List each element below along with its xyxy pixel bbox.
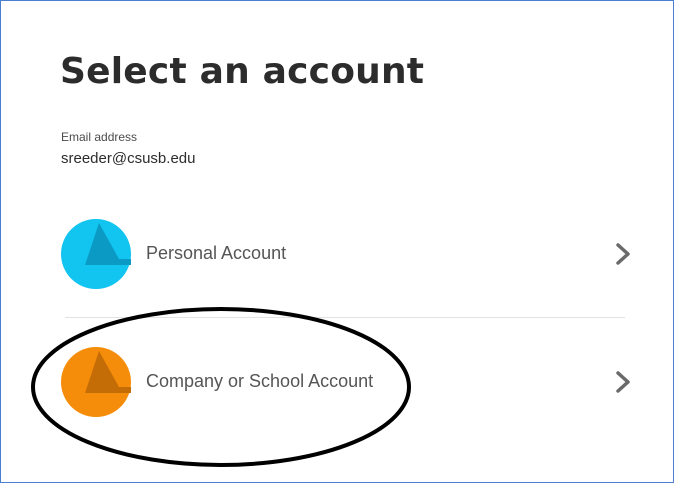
email-label: Email address (61, 130, 138, 144)
company-school-account-option[interactable]: Company or School Account (41, 337, 641, 427)
personal-account-option[interactable]: Personal Account (41, 209, 641, 299)
chevron-right-icon (616, 371, 630, 393)
company-account-avatar-icon (61, 347, 131, 417)
personal-account-label: Personal Account (146, 243, 287, 263)
page-title: Select an account (60, 51, 425, 92)
account-picker-frame: Select an account Email address sreeder@… (0, 0, 674, 483)
chevron-right-icon (616, 243, 630, 265)
company-school-account-label: Company or School Account (146, 371, 374, 391)
email-value: sreeder@csusb.edu (61, 150, 196, 167)
personal-account-avatar-icon (61, 219, 131, 289)
account-divider (65, 317, 625, 318)
